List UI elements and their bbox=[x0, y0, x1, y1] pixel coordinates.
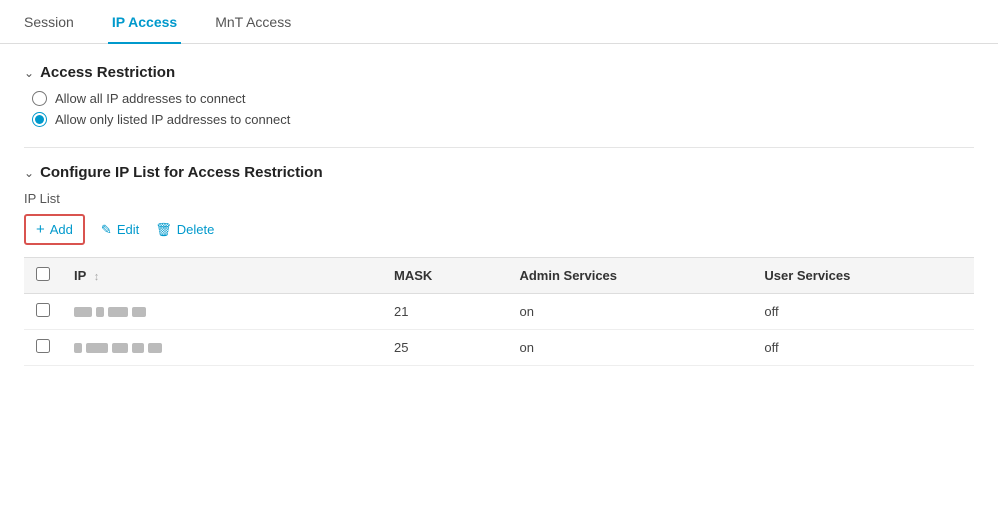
radio-allow-listed[interactable]: Allow only listed IP addresses to connec… bbox=[32, 112, 974, 127]
col-checkbox bbox=[24, 258, 62, 294]
ip-block bbox=[112, 343, 128, 353]
tab-mnt-access[interactable]: MnT Access bbox=[211, 0, 295, 44]
row1-checkbox[interactable] bbox=[36, 303, 50, 317]
row1-ip-cell bbox=[62, 294, 382, 330]
ip-block bbox=[132, 307, 146, 317]
ip-list-label: IP List bbox=[24, 191, 974, 206]
tab-session[interactable]: Session bbox=[20, 0, 78, 44]
row2-checkbox[interactable] bbox=[36, 339, 50, 353]
row1-mask: 21 bbox=[382, 294, 507, 330]
main-content: ⌄ Access Restriction Allow all IP addres… bbox=[0, 44, 998, 406]
access-restriction-title: Access Restriction bbox=[40, 64, 175, 81]
row2-user-services: off bbox=[752, 330, 974, 366]
select-all-checkbox[interactable] bbox=[36, 267, 50, 281]
col-mask: MASK bbox=[382, 258, 507, 294]
table-row: 25 on off bbox=[24, 330, 974, 366]
row1-user-services: off bbox=[752, 294, 974, 330]
col-user-services: User Services bbox=[752, 258, 974, 294]
ip-list-section-title: Configure IP List for Access Restriction bbox=[40, 164, 323, 181]
plus-icon: + bbox=[36, 221, 45, 238]
row2-mask: 25 bbox=[382, 330, 507, 366]
access-restriction-section: ⌄ Access Restriction Allow all IP addres… bbox=[24, 64, 974, 127]
delete-button[interactable]: 🗑 Delete bbox=[155, 222, 214, 238]
row2-ip-addr bbox=[74, 343, 370, 353]
ip-block bbox=[132, 343, 144, 353]
row1-ip-addr bbox=[74, 307, 370, 317]
tab-ip-access[interactable]: IP Access bbox=[108, 0, 181, 44]
radio-allow-all-input[interactable] bbox=[32, 91, 47, 106]
row2-admin-services: on bbox=[507, 330, 752, 366]
ip-block bbox=[96, 307, 104, 317]
ip-list-section: ⌄ Configure IP List for Access Restricti… bbox=[24, 164, 974, 366]
row2-checkbox-cell bbox=[24, 330, 62, 366]
delete-label: Delete bbox=[177, 222, 215, 237]
radio-allow-all[interactable]: Allow all IP addresses to connect bbox=[32, 91, 974, 106]
access-restriction-options: Allow all IP addresses to connect Allow … bbox=[24, 91, 974, 127]
delete-icon: 🗑 bbox=[155, 222, 172, 238]
table-header-row: IP ↕ MASK Admin Services User Services bbox=[24, 258, 974, 294]
radio-allow-all-label: Allow all IP addresses to connect bbox=[55, 91, 246, 106]
edit-icon: ✎ bbox=[101, 222, 112, 238]
ip-table: IP ↕ MASK Admin Services User Services bbox=[24, 257, 974, 366]
radio-allow-listed-label: Allow only listed IP addresses to connec… bbox=[55, 112, 290, 127]
add-button[interactable]: + Add bbox=[24, 214, 85, 245]
sort-icon: ↕ bbox=[94, 271, 100, 283]
ip-list-section-header: ⌄ Configure IP List for Access Restricti… bbox=[24, 164, 974, 181]
row2-ip-cell bbox=[62, 330, 382, 366]
access-restriction-chevron[interactable]: ⌄ bbox=[24, 66, 34, 80]
ip-block bbox=[86, 343, 108, 353]
add-label: Add bbox=[50, 222, 73, 237]
ip-list-chevron[interactable]: ⌄ bbox=[24, 166, 34, 180]
section-divider bbox=[24, 147, 974, 148]
ip-block bbox=[74, 307, 92, 317]
ip-block bbox=[148, 343, 162, 353]
access-restriction-header: ⌄ Access Restriction bbox=[24, 64, 974, 81]
edit-label: Edit bbox=[117, 222, 139, 237]
col-admin-services: Admin Services bbox=[507, 258, 752, 294]
ip-block bbox=[108, 307, 128, 317]
row1-checkbox-cell bbox=[24, 294, 62, 330]
col-ip[interactable]: IP ↕ bbox=[62, 258, 382, 294]
edit-button[interactable]: ✎ Edit bbox=[101, 222, 139, 238]
col-ip-label: IP bbox=[74, 268, 86, 283]
radio-allow-listed-input[interactable] bbox=[32, 112, 47, 127]
table-row: 21 on off bbox=[24, 294, 974, 330]
tab-bar: Session IP Access MnT Access bbox=[0, 0, 998, 44]
ip-list-toolbar: + Add ✎ Edit 🗑 Delete bbox=[24, 214, 974, 245]
ip-block bbox=[74, 343, 82, 353]
row1-admin-services: on bbox=[507, 294, 752, 330]
